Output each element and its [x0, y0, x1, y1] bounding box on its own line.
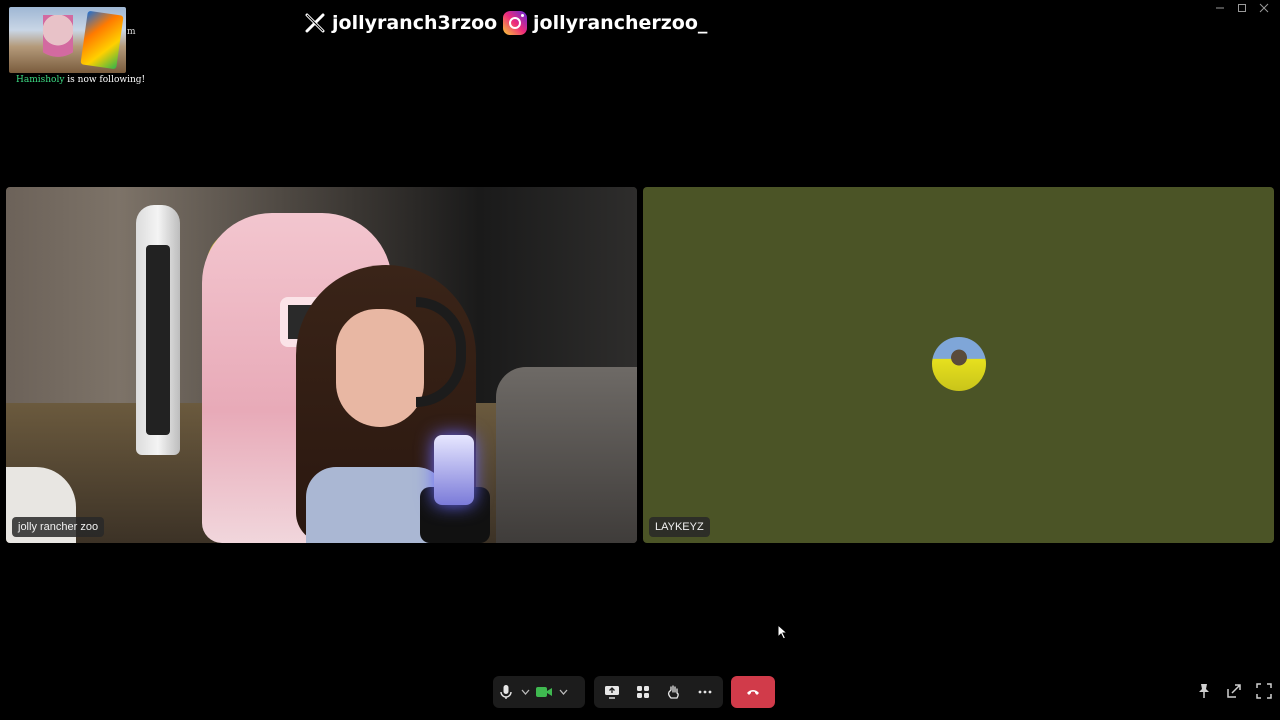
video-microphone [434, 435, 474, 505]
mouse-cursor [777, 623, 789, 645]
camera-icon[interactable] [535, 678, 553, 706]
figure-graphic [43, 15, 73, 65]
maximize-icon[interactable] [1234, 2, 1250, 14]
follower-alert-image [9, 7, 126, 73]
video-tower-fan [136, 205, 180, 455]
screen-share-icon[interactable] [603, 678, 621, 706]
overlay-trailing-text: m [127, 27, 136, 37]
avatar [932, 337, 986, 391]
minimize-icon[interactable] [1212, 2, 1228, 14]
video-blanket [496, 367, 637, 543]
audio-video-controls [493, 676, 585, 708]
follow-message: is now following! [64, 75, 146, 85]
instagram-logo-icon [503, 11, 527, 35]
video-person-face [336, 309, 424, 427]
end-call-icon [746, 683, 760, 701]
popout-icon[interactable] [1226, 682, 1242, 700]
follower-name: Hamisholy [16, 75, 65, 85]
participant-tile-video[interactable]: jolly rancher zoo [6, 187, 637, 543]
close-icon[interactable] [1256, 2, 1272, 14]
participant-tile-avatar[interactable]: LAYKEYZ [643, 187, 1274, 543]
call-actions [594, 676, 723, 708]
instagram-handle-overlay: jollyrancherzoo_ [503, 9, 707, 37]
apps-icon[interactable] [634, 678, 652, 706]
x-handle-overlay: jollyranch3rzoo [304, 9, 497, 37]
more-icon[interactable] [696, 678, 714, 706]
fullscreen-icon[interactable] [1256, 682, 1272, 700]
raise-hand-icon[interactable] [665, 678, 683, 706]
pin-icon[interactable] [1196, 682, 1212, 700]
microphone-icon[interactable] [497, 678, 515, 706]
instagram-handle-text: jollyrancherzoo_ [533, 12, 708, 34]
end-call-button[interactable] [731, 676, 775, 708]
view-controls [1196, 682, 1272, 700]
candy-bag-graphic [80, 10, 124, 70]
chevron-down-icon[interactable] [557, 678, 569, 706]
participant-name-tag: jolly rancher zoo [12, 517, 105, 537]
follower-alert-text: Hamisholy is now following! [16, 75, 145, 85]
x-handle-text: jollyranch3rzoo [332, 12, 498, 34]
x-logo-icon [304, 12, 326, 34]
participant-name-tag: LAYKEYZ [649, 517, 710, 537]
window-controls [1212, 2, 1272, 14]
chevron-down-icon[interactable] [519, 678, 531, 706]
